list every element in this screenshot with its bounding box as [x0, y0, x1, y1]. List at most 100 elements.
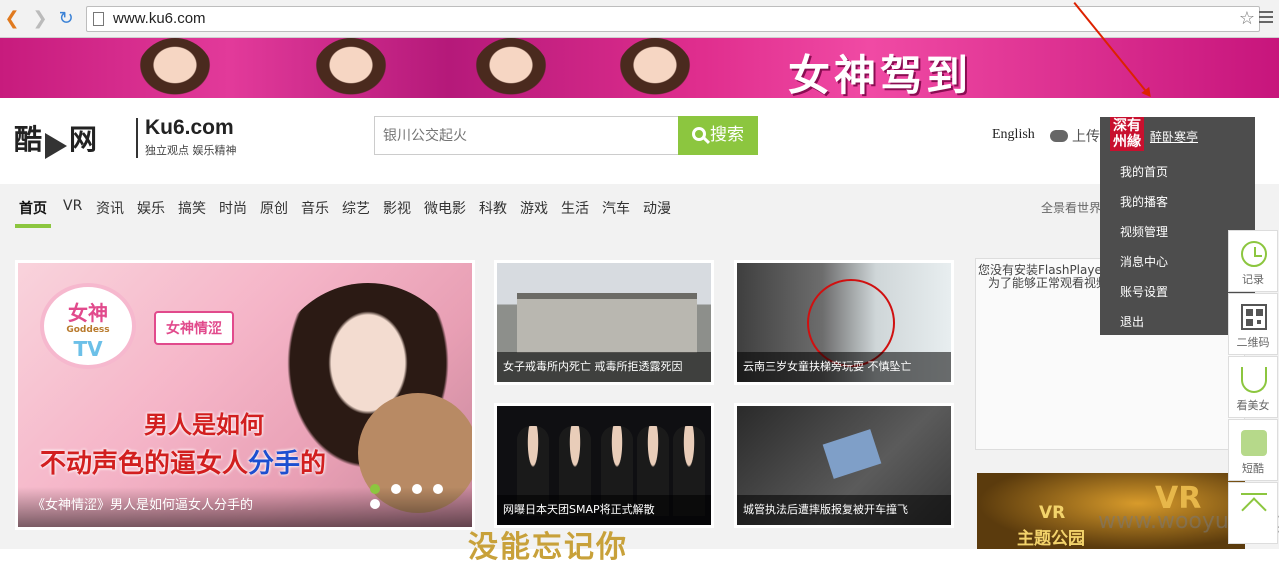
tab-original[interactable]: 原创 [260, 198, 288, 218]
video-thumb[interactable]: 城管执法后遭摔版报复被开车撞飞 [734, 403, 954, 528]
banner-title: 女神驾到 [788, 51, 973, 98]
vr-ad-subtitle: 主题公园 [1017, 529, 1085, 549]
hero-caption[interactable]: 《女神情涩》男人是如何逼女人分手的 [32, 494, 253, 513]
bottom-promo-text: 没能忘记你 [468, 530, 628, 565]
tab-games[interactable]: 游戏 [520, 198, 548, 218]
flash-notice-line-2: 为了能够正常观看视频 [988, 276, 1109, 290]
bra-icon [1241, 367, 1267, 393]
cloud-upload-icon [1050, 130, 1068, 142]
carousel-dot[interactable] [433, 484, 443, 494]
tab-vr[interactable]: VR [63, 198, 82, 214]
cube-icon [1241, 430, 1267, 456]
tab-anime[interactable]: 动漫 [643, 198, 671, 218]
thumb-caption: 城管执法后遭摔版报复被开车撞飞 [743, 503, 908, 516]
carousel-dot[interactable] [391, 484, 401, 494]
logo-en: Ku6.com [145, 116, 234, 139]
menu-item-my-podcast[interactable]: 我的播客 [1120, 193, 1168, 210]
hero-headline-2c: 的 [300, 449, 327, 479]
tool-label: 记录 [1242, 273, 1264, 286]
tab-science[interactable]: 科教 [479, 198, 507, 218]
thumb-caption: 网曝日本天团SMAP将正式解散 [503, 503, 655, 516]
logo-char: 网 [69, 123, 99, 156]
carousel-dot[interactable] [370, 484, 380, 494]
tv-logo-bottom: TV [73, 337, 103, 361]
site-header: 酷网 Ku6.com 独立观点 娱乐精神 搜索 English 上传 [0, 98, 1279, 184]
menu-item-messages[interactable]: 消息中心 [1120, 253, 1168, 270]
address-bar[interactable]: www.ku6.com ☆ [86, 6, 1260, 32]
qrcode-icon [1241, 304, 1267, 330]
back-to-top-icon [1241, 493, 1267, 519]
browser-menu-icon[interactable] [1259, 11, 1273, 26]
tab-micro-film[interactable]: 微电影 [424, 198, 466, 218]
channel-nav: 首页 VR 资讯 娱乐 搞笑 时尚 原创 音乐 综艺 影视 微电影 科教 游戏 … [0, 184, 1279, 228]
tv-logo-mid: Goddess [66, 325, 110, 335]
menu-item-account-settings[interactable]: 账号设置 [1120, 283, 1168, 300]
tab-variety[interactable]: 综艺 [342, 198, 370, 218]
hero-headline-2: 不动声色的逼女人分手的 [40, 443, 326, 480]
goddess-tv-logo: 女神 Goddess TV [40, 283, 136, 369]
tab-funny[interactable]: 搞笑 [178, 198, 206, 218]
url-text[interactable]: www.ku6.com [113, 10, 206, 27]
banner-face-image [136, 38, 214, 98]
carousel-dots [370, 483, 472, 513]
upload-link[interactable]: 上传 [1050, 126, 1100, 146]
hero-slide[interactable]: 女神 Goddess TV 女神情涩 男人是如何 不动声色的逼女人分手的 《女神… [15, 260, 475, 530]
bookmark-star-icon[interactable]: ☆ [1239, 8, 1255, 29]
back-arrow-icon[interactable]: ❮ [2, 9, 22, 29]
back-to-top-button[interactable] [1228, 482, 1278, 544]
avatar[interactable]: 深有 州緣 [1110, 117, 1144, 151]
beauty-button[interactable]: 看美女 [1228, 356, 1278, 418]
carousel-dot[interactable] [370, 499, 380, 509]
page-icon [93, 12, 104, 26]
tab-music[interactable]: 音乐 [301, 198, 329, 218]
hero-badge: 女神情涩 [154, 311, 234, 345]
logo-slogan: 独立观点 娱乐精神 [145, 144, 237, 157]
menu-item-logout[interactable]: 退出 [1120, 313, 1144, 330]
logo-divider [136, 118, 138, 158]
search-button-label: 搜索 [710, 125, 744, 145]
banner-face-image [616, 38, 694, 98]
short-video-button[interactable]: 短酷 [1228, 419, 1278, 481]
floating-toolbar: 记录 二维码 看美女 短酷 [1228, 230, 1278, 545]
thumb-caption: 云南三岁女童扶梯旁玩耍 不慎坠亡 [743, 360, 912, 373]
tool-label: 二维码 [1236, 336, 1270, 349]
qrcode-button[interactable]: 二维码 [1228, 293, 1278, 355]
banner-face-image [472, 38, 550, 98]
english-link[interactable]: English [992, 127, 1035, 143]
menu-item-my-home[interactable]: 我的首页 [1120, 163, 1168, 180]
phone-image [822, 429, 882, 479]
carousel-dot[interactable] [412, 484, 422, 494]
search-input[interactable] [374, 116, 678, 155]
tab-news[interactable]: 资讯 [96, 198, 124, 218]
building-image [517, 293, 697, 353]
username-link[interactable]: 醉卧寒亭 [1150, 128, 1198, 145]
history-button[interactable]: 记录 [1228, 230, 1278, 292]
search-icon [692, 127, 706, 141]
search-bar: 搜索 [374, 116, 758, 155]
menu-item-video-manage[interactable]: 视频管理 [1120, 223, 1168, 240]
thumb-caption: 女子戒毒所内死亡 戒毒所拒透露死因 [503, 360, 683, 373]
forward-arrow-icon[interactable]: ❯ [30, 9, 50, 29]
site-logo[interactable]: 酷网 Ku6.com 独立观点 娱乐精神 [14, 116, 237, 159]
upload-label: 上传 [1072, 129, 1100, 145]
reload-icon[interactable]: ↻ [56, 9, 76, 29]
tab-film[interactable]: 影视 [383, 198, 411, 218]
hero-headline-1: 男人是如何 [144, 411, 264, 439]
tv-logo-top: 女神 [68, 301, 108, 325]
tab-auto[interactable]: 汽车 [602, 198, 630, 218]
tab-entertainment[interactable]: 娱乐 [137, 198, 165, 218]
tab-fashion[interactable]: 时尚 [219, 198, 247, 218]
play-logo-icon [45, 132, 68, 159]
video-thumb[interactable]: 云南三岁女童扶梯旁玩耍 不慎坠亡 [734, 260, 954, 385]
banner-face-image [312, 38, 390, 98]
hero-headline-2a: 不动声色的逼女人 [40, 449, 249, 479]
video-thumb[interactable]: 网曝日本天团SMAP将正式解散 [494, 403, 714, 528]
tool-label: 短酷 [1242, 462, 1264, 475]
panorama-link[interactable]: 全景看世界 [1041, 199, 1101, 216]
vr-ad-title: VR [1039, 503, 1066, 523]
tab-life[interactable]: 生活 [561, 198, 589, 218]
video-thumb[interactable]: 女子戒毒所内死亡 戒毒所拒透露死因 [494, 260, 714, 385]
top-banner-ad[interactable]: 女神驾到 [0, 38, 1279, 98]
search-button[interactable]: 搜索 [678, 116, 758, 155]
tab-home[interactable]: 首页 [19, 198, 47, 218]
